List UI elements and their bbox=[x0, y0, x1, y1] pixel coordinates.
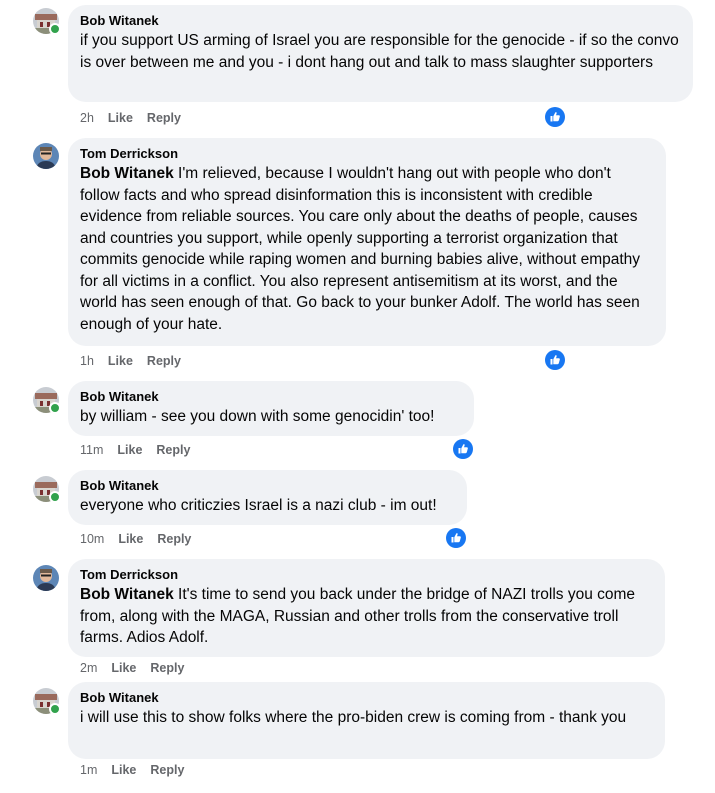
comment-time[interactable]: 1h bbox=[80, 354, 94, 368]
avatar[interactable] bbox=[33, 476, 61, 503]
comment-bubble: Tom Derrickson Bob Witanek It's time to … bbox=[68, 559, 665, 657]
like-icon[interactable] bbox=[545, 350, 565, 370]
comment-time[interactable]: 10m bbox=[80, 532, 104, 546]
comment-author[interactable]: Tom Derrickson bbox=[80, 567, 653, 583]
avatar[interactable] bbox=[33, 688, 61, 715]
avatar[interactable] bbox=[33, 565, 59, 591]
comment-text: if you support US arming of Israel you a… bbox=[80, 32, 679, 71]
comment-text: Bob Witanek I'm relieved, because I woul… bbox=[80, 163, 654, 335]
comment-text: i will use this to show folks where the … bbox=[80, 709, 627, 726]
comment-text: by william - see you down with some geno… bbox=[80, 408, 435, 425]
like-button[interactable]: Like bbox=[111, 661, 136, 675]
comment-time[interactable]: 1m bbox=[80, 763, 97, 777]
online-status-dot bbox=[49, 703, 61, 715]
comment-text: Bob Witanek It's time to send you back u… bbox=[80, 584, 653, 649]
reply-button[interactable]: Reply bbox=[150, 661, 184, 675]
comment-actions: 10m Like Reply bbox=[80, 532, 191, 546]
comment-bubble: Bob Witanek everyone who criticzies Isra… bbox=[68, 470, 467, 525]
online-status-dot bbox=[49, 491, 61, 503]
comment-time[interactable]: 2h bbox=[80, 111, 94, 125]
like-button[interactable]: Like bbox=[117, 443, 142, 457]
mention-link[interactable]: Bob Witanek bbox=[80, 586, 174, 603]
comment-bubble: Bob Witanek by william - see you down wi… bbox=[68, 381, 474, 436]
like-button[interactable]: Like bbox=[108, 111, 133, 125]
comment-actions: 11m Like Reply bbox=[80, 443, 190, 457]
avatar-image bbox=[33, 143, 59, 169]
comment-bubble: Bob Witanek if you support US arming of … bbox=[68, 5, 693, 102]
mention-link[interactable]: Bob Witanek bbox=[80, 165, 174, 182]
like-button[interactable]: Like bbox=[108, 354, 133, 368]
comment-author[interactable]: Bob Witanek bbox=[80, 13, 681, 29]
like-icon[interactable] bbox=[446, 528, 466, 548]
comment-text-body: I'm relieved, because I wouldn't hang ou… bbox=[80, 165, 641, 333]
comment-author[interactable]: Bob Witanek bbox=[80, 478, 455, 494]
comment-author[interactable]: Bob Witanek bbox=[80, 389, 462, 405]
avatar-image bbox=[33, 565, 59, 591]
avatar[interactable] bbox=[33, 143, 59, 169]
reply-button[interactable]: Reply bbox=[147, 354, 181, 368]
like-button[interactable]: Like bbox=[118, 532, 143, 546]
comment-actions: 1m Like Reply bbox=[80, 763, 184, 777]
like-icon[interactable] bbox=[545, 107, 565, 127]
comment-bubble: Bob Witanek i will use this to show folk… bbox=[68, 682, 665, 759]
reply-button[interactable]: Reply bbox=[157, 532, 191, 546]
online-status-dot bbox=[49, 23, 61, 35]
comment-actions: 2h Like Reply bbox=[80, 111, 181, 125]
reply-button[interactable]: Reply bbox=[147, 111, 181, 125]
comment-author[interactable]: Tom Derrickson bbox=[80, 146, 654, 162]
comment-time[interactable]: 11m bbox=[80, 443, 103, 457]
online-status-dot bbox=[49, 402, 61, 414]
comment-text: everyone who criticzies Israel is a nazi… bbox=[80, 497, 437, 514]
reply-button[interactable]: Reply bbox=[150, 763, 184, 777]
like-button[interactable]: Like bbox=[111, 763, 136, 777]
like-icon[interactable] bbox=[453, 439, 473, 459]
comment-bubble: Tom Derrickson Bob Witanek I'm relieved,… bbox=[68, 138, 666, 346]
comment-actions: 2m Like Reply bbox=[80, 661, 184, 675]
comment-author[interactable]: Bob Witanek bbox=[80, 690, 653, 706]
avatar[interactable] bbox=[33, 387, 61, 414]
reply-button[interactable]: Reply bbox=[156, 443, 190, 457]
comment-actions: 1h Like Reply bbox=[80, 354, 181, 368]
comment-time[interactable]: 2m bbox=[80, 661, 97, 675]
avatar[interactable] bbox=[33, 8, 61, 35]
